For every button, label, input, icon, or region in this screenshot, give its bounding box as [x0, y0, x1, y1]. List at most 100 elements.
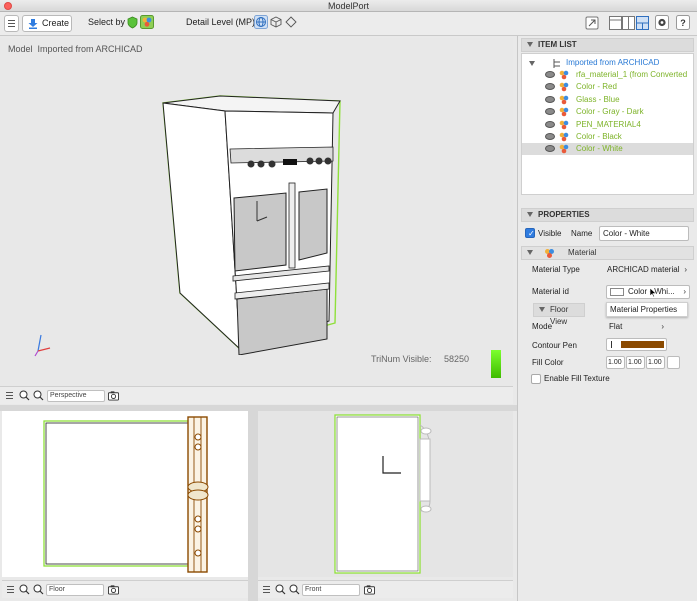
close-window-button[interactable]: [4, 2, 12, 10]
enable-fill-texture-checkbox[interactable]: [531, 374, 541, 384]
detail-level-label: Detail Level (MP): [186, 17, 256, 27]
eye-visibility-icon[interactable]: [545, 83, 555, 91]
camera-icon[interactable]: [108, 390, 119, 401]
gear-icon[interactable]: [655, 15, 669, 30]
floor-zoom-in-icon[interactable]: [19, 584, 30, 595]
expand-triangle-icon[interactable]: [529, 61, 535, 66]
floor-view-triangle-icon: [539, 307, 545, 312]
cube-detail-icon[interactable]: [270, 16, 282, 28]
material-balls-icon: [559, 95, 569, 105]
svg-text:?: ?: [680, 18, 686, 28]
model-name-label: Imported from ARCHICAD: [37, 44, 143, 54]
eye-visibility-icon[interactable]: [545, 133, 555, 140]
floor-viewport[interactable]: [2, 411, 248, 577]
download-arrow-icon: [28, 19, 38, 29]
zoom-out-icon[interactable]: [33, 390, 44, 401]
floor-view-value: Floor: [49, 586, 65, 593]
zoom-in-icon[interactable]: [19, 390, 30, 401]
material-id-select[interactable]: Color - Whi... ›: [606, 285, 690, 299]
material-balls-icon: [559, 132, 569, 142]
pen-marker: [611, 341, 612, 348]
trinum-value: 58250: [444, 354, 470, 364]
oven-floor-plan[interactable]: [2, 411, 248, 577]
list-item[interactable]: Glass - Blue: [522, 94, 693, 106]
viewport-title: Model Imported from ARCHICAD: [8, 44, 143, 54]
front-camera-icon[interactable]: [364, 584, 375, 595]
expand-view-icon[interactable]: [585, 16, 599, 30]
list-item[interactable]: Color - Black: [522, 131, 693, 143]
contour-pen-label: Contour Pen: [532, 341, 577, 350]
fill-color-swatch[interactable]: [667, 356, 680, 369]
material-balls-icon: [559, 107, 569, 117]
oven-model-3d[interactable]: [155, 93, 355, 355]
floor-view-section-header[interactable]: Floor View: [533, 303, 585, 326]
viewport-menu-icon[interactable]: [4, 390, 15, 401]
name-label: Name: [571, 229, 593, 238]
material-balls-icon: [545, 249, 554, 258]
layout-grid-icon[interactable]: [636, 16, 649, 30]
name-value: Color - White: [603, 229, 650, 238]
list-item-root[interactable]: Imported from ARCHICAD: [522, 57, 693, 69]
layout-split-icon[interactable]: [622, 16, 635, 30]
oven-front-elevation[interactable]: [258, 411, 513, 577]
trinum-label: TriNum Visible:: [371, 354, 432, 364]
material-type-select[interactable]: ARCHICAD material ›: [604, 264, 690, 277]
material-balls-icon: [559, 120, 569, 129]
diamond-detail-icon[interactable]: [285, 16, 297, 28]
layout-single-icon[interactable]: [609, 16, 622, 30]
item-list-header[interactable]: ITEM LIST: [521, 38, 694, 52]
list-item[interactable]: Color - White: [522, 143, 693, 156]
create-button[interactable]: Create: [22, 15, 72, 32]
list-item[interactable]: Color - Red: [522, 81, 693, 93]
eye-visibility-icon[interactable]: [545, 145, 555, 153]
material-type-label: Material Type: [532, 265, 580, 274]
front-view-value: Front: [305, 586, 322, 593]
eye-visibility-icon[interactable]: [545, 71, 555, 78]
list-item[interactable]: rfa_material_1 (from Converted: [522, 69, 693, 81]
floor-zoom-out-icon[interactable]: [33, 584, 44, 595]
menu-button[interactable]: [4, 15, 19, 32]
vertical-splitter[interactable]: [248, 411, 258, 601]
fill-r-input[interactable]: 1.00: [606, 356, 625, 369]
fill-g-input[interactable]: 1.00: [626, 356, 645, 369]
view-mode-select[interactable]: Perspective: [47, 390, 105, 402]
view-mode-value: Perspective: [50, 392, 87, 399]
help-icon[interactable]: ?: [676, 15, 690, 30]
perspective-footer: Perspective: [0, 386, 513, 404]
material-properties-tooltip: Material Properties: [606, 302, 688, 317]
fill-b-input[interactable]: 1.00: [646, 356, 665, 369]
chevron-right-icon: ›: [684, 265, 687, 274]
list-item[interactable]: PEN_MATERIAL4: [522, 119, 693, 131]
sphere-detail-icon[interactable]: [254, 15, 268, 29]
floor-menu-icon[interactable]: [5, 584, 16, 595]
list-item-label: Color - Black: [576, 132, 622, 141]
mode-select[interactable]: Flat ›: [606, 321, 667, 333]
material-select-icon[interactable]: [140, 15, 154, 29]
floor-camera-icon[interactable]: [108, 584, 119, 595]
front-menu-icon[interactable]: [261, 584, 272, 595]
check-icon: ✓: [528, 229, 535, 238]
floor-footer: Floor: [2, 580, 248, 598]
perspective-viewport[interactable]: Model Imported from ARCHICAD TriNum Visi…: [0, 38, 513, 386]
eye-visibility-icon[interactable]: [545, 120, 555, 128]
properties-header[interactable]: PROPERTIES: [521, 208, 694, 222]
contour-pen-picker[interactable]: [606, 338, 667, 351]
material-section-header[interactable]: Material: [521, 246, 694, 260]
material-id-chevron-icon: ›: [683, 287, 686, 296]
eye-visibility-icon[interactable]: [545, 95, 555, 103]
floor-view-select[interactable]: Floor: [46, 584, 104, 596]
create-label: Create: [42, 18, 70, 28]
visible-checkbox[interactable]: ✓: [525, 228, 535, 238]
list-item-label: Glass - Blue: [576, 94, 620, 104]
item-list[interactable]: Imported from ARCHICAD rfa_material_1 (f…: [521, 53, 694, 195]
material-balls-icon: [559, 83, 569, 92]
eye-visibility-icon[interactable]: [545, 108, 555, 116]
list-item[interactable]: Color - Gray - Dark: [522, 106, 693, 118]
fill-r-value: 1.00: [608, 359, 622, 366]
front-zoom-out-icon[interactable]: [289, 584, 300, 595]
name-input[interactable]: Color - White: [599, 226, 689, 241]
shield-select-icon[interactable]: [127, 16, 138, 29]
front-view-select[interactable]: Front: [302, 584, 360, 596]
front-viewport[interactable]: [258, 411, 513, 577]
front-zoom-in-icon[interactable]: [275, 584, 286, 595]
